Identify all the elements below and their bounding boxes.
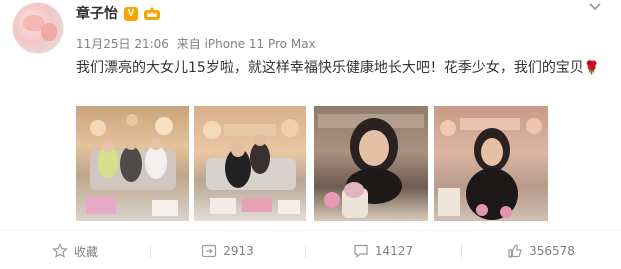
favorite-label: 收藏	[73, 244, 98, 259]
like-count: 356578	[529, 244, 575, 258]
comment-button[interactable]: 14127	[305, 233, 461, 269]
repost-button[interactable]: 2913	[150, 233, 305, 269]
blowing-candles-photo[interactable]	[314, 106, 428, 221]
comment-count: 14127	[374, 244, 414, 258]
star-icon	[52, 243, 68, 258]
chevron-down-icon[interactable]	[586, 0, 604, 14]
birthday-girl-photo[interactable]	[434, 106, 548, 221]
family-birthday-photo[interactable]	[76, 106, 189, 221]
action-bar: 收藏 2913 14127 356578	[0, 233, 621, 269]
crown-icon	[144, 7, 160, 20]
rose-emoji: 🌹	[583, 61, 600, 76]
like-icon	[508, 244, 522, 258]
repost-icon	[202, 244, 217, 258]
post-date[interactable]: 11月25日 21:06	[76, 37, 169, 51]
vip-badge: V	[124, 7, 138, 21]
post-body: 我们漂亮的大女儿15岁啦，就这样幸福快乐健康地长大吧！花季少女，我们的宝贝	[76, 60, 584, 76]
divider	[461, 244, 462, 258]
comment-icon	[354, 244, 368, 259]
post-text: 我们漂亮的大女儿15岁啦，就这样幸福快乐健康地长大吧！花季少女，我们的宝贝🌹	[76, 57, 616, 80]
repost-count: 2913	[223, 244, 254, 258]
favorite-button[interactable]: 收藏	[0, 233, 150, 269]
mother-daughter-photo[interactable]	[194, 106, 306, 221]
photo-grid	[76, 106, 549, 221]
divider	[305, 244, 306, 258]
like-button[interactable]: 356578	[461, 233, 621, 269]
divider	[0, 230, 621, 231]
post-meta: 11月25日 21:06 来自 iPhone 11 Pro Max	[76, 36, 316, 52]
divider	[150, 244, 151, 258]
avatar[interactable]	[12, 2, 64, 54]
weibo-post-card: 章子怡 V 11月25日 21:06 来自 iPhone 11 Pro Max …	[0, 0, 621, 269]
author-name[interactable]: 章子怡	[76, 5, 118, 23]
post-source: 来自 iPhone 11 Pro Max	[176, 37, 316, 51]
